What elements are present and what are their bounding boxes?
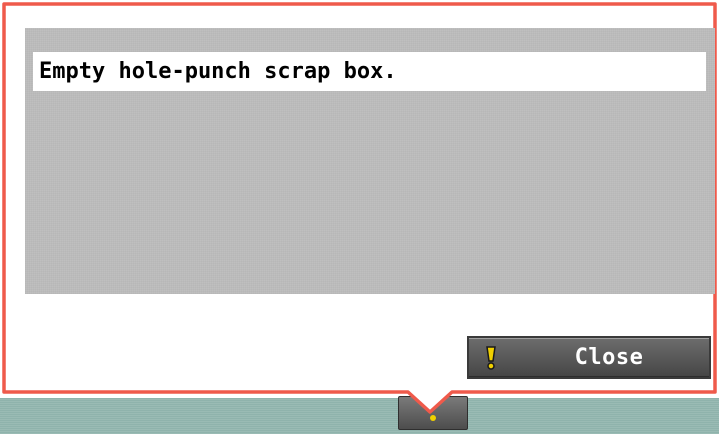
message-dialog: Empty hole-punch scrap box. Close: [0, 0, 719, 434]
close-button-label: Close: [574, 345, 644, 370]
exclamation-warning-icon: [483, 346, 499, 370]
warning-message: Empty hole-punch scrap box.: [33, 52, 706, 91]
close-button[interactable]: Close: [467, 336, 711, 379]
